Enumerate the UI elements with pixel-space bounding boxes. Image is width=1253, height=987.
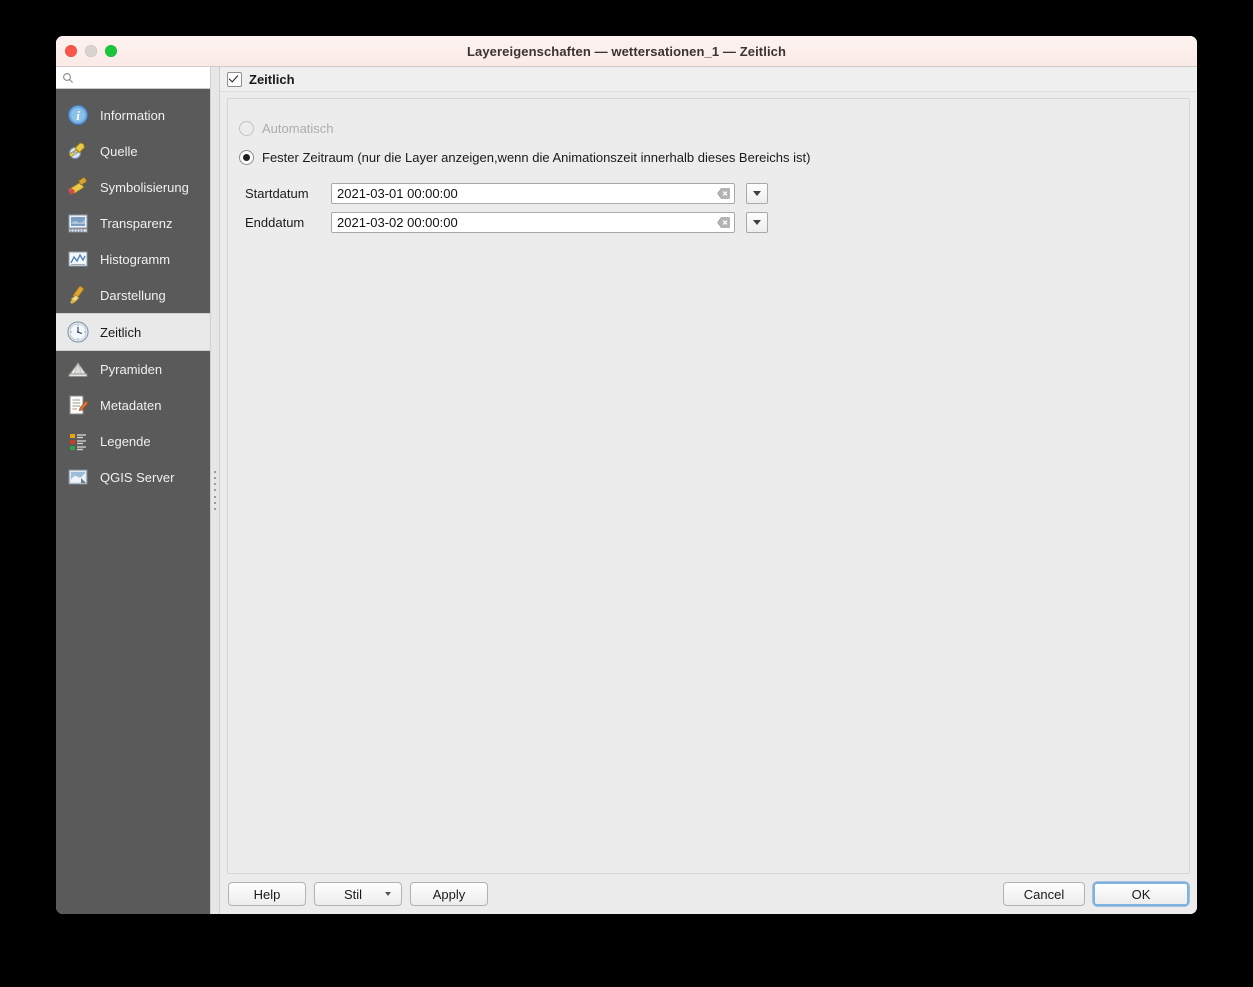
- temporal-enable-row[interactable]: Zeitlich: [220, 67, 1197, 92]
- dialog-button-bar: Help Stil Apply Cancel OK: [220, 874, 1197, 914]
- mode-option-automatic: Automatisch: [228, 121, 1189, 136]
- chevron-down-icon: [385, 892, 391, 896]
- window-title: Layereigenschaften — wettersationen_1 — …: [466, 43, 787, 59]
- metadata-icon: [66, 393, 90, 417]
- close-button[interactable]: [65, 45, 77, 57]
- sidebar-item-metadaten[interactable]: Metadaten: [56, 387, 210, 423]
- sidebar-item-qgis-server[interactable]: QGIS Server: [56, 459, 210, 495]
- sidebar-item-zeitlich[interactable]: Zeitlich: [56, 313, 210, 351]
- window-titlebar: Layereigenschaften — wettersationen_1 — …: [56, 36, 1197, 67]
- sidebar-item-label: Zeitlich: [100, 324, 142, 340]
- apply-button[interactable]: Apply: [410, 882, 488, 906]
- sidebar-item-label: Symbolisierung: [100, 179, 189, 195]
- automatic-label: Automatisch: [262, 121, 334, 136]
- sidebar-item-information[interactable]: i Information: [56, 97, 210, 133]
- information-icon: i: [66, 103, 90, 127]
- start-date-value: 2021-03-01 00:00:00: [337, 186, 458, 201]
- end-date-value: 2021-03-02 00:00:00: [337, 215, 458, 230]
- end-date-label: Enddatum: [245, 215, 305, 230]
- end-date-dropdown-button[interactable]: [746, 212, 768, 233]
- zoom-button[interactable]: [105, 45, 117, 57]
- layer-properties-dialog: Layereigenschaften — wettersationen_1 — …: [56, 36, 1197, 914]
- temporal-enable-label: Zeitlich: [249, 71, 295, 87]
- clear-icon[interactable]: [717, 216, 730, 229]
- histogram-icon: [66, 247, 90, 271]
- fixed-range-label: Fester Zeitraum (nur die Layer anzeigen,…: [262, 150, 811, 165]
- properties-pane: Zeitlich Automatisch Fester Zeitraum (nu…: [220, 67, 1197, 914]
- sidebar-item-label: Information: [100, 107, 166, 123]
- mode-option-fixed-range[interactable]: Fester Zeitraum (nur die Layer anzeigen,…: [228, 150, 1189, 165]
- transparency-icon: [66, 211, 90, 235]
- automatic-radio: [239, 121, 254, 136]
- sidebar-item-histogramm[interactable]: Histogramm: [56, 241, 210, 277]
- sidebar-item-legende[interactable]: Legende: [56, 423, 210, 459]
- minimize-button[interactable]: [85, 45, 97, 57]
- splitter-grip: [214, 470, 216, 511]
- end-date-row: Enddatum 2021-03-02 00:00:00: [228, 212, 1189, 233]
- sidebar-item-label: Metadaten: [100, 397, 162, 413]
- sidebar-item-darstellung[interactable]: Darstellung: [56, 277, 210, 313]
- ok-button[interactable]: OK: [1093, 882, 1189, 906]
- chevron-down-icon: [753, 191, 761, 196]
- start-date-label: Startdatum: [245, 186, 309, 201]
- clock-icon: [66, 320, 90, 344]
- start-date-row: Startdatum 2021-03-01 00:00:00: [228, 183, 1189, 204]
- sidebar: i Information Quelle Symbolisierung Tran…: [56, 67, 210, 914]
- sidebar-item-label: QGIS Server: [100, 469, 175, 485]
- cancel-button[interactable]: Cancel: [1003, 882, 1085, 906]
- start-date-input[interactable]: 2021-03-01 00:00:00: [331, 183, 735, 204]
- legend-icon: [66, 429, 90, 453]
- pyramids-icon: [66, 357, 90, 381]
- clear-icon[interactable]: [717, 187, 730, 200]
- sidebar-item-symbolisierung[interactable]: Symbolisierung: [56, 169, 210, 205]
- qgis-server-icon: [66, 465, 90, 489]
- sidebar-item-quelle[interactable]: Quelle: [56, 133, 210, 169]
- svg-text:i: i: [76, 108, 80, 123]
- dialog-body: i Information Quelle Symbolisierung Tran…: [56, 67, 1197, 914]
- source-wrench-icon: [66, 139, 90, 163]
- search-icon: [62, 72, 74, 84]
- chevron-down-icon: [753, 220, 761, 225]
- temporal-enable-checkbox[interactable]: [227, 71, 242, 87]
- style-button-label: Stil: [343, 886, 363, 902]
- start-date-dropdown-button[interactable]: [746, 183, 768, 204]
- sidebar-search[interactable]: [56, 67, 210, 89]
- search-input[interactable]: [74, 68, 199, 87]
- sidebar-item-label: Transparenz: [100, 215, 173, 231]
- temporal-settings-panel: Automatisch Fester Zeitraum (nur die Lay…: [227, 98, 1190, 874]
- window-controls: [65, 36, 117, 66]
- sidebar-item-label: Legende: [100, 433, 151, 449]
- sidebar-splitter[interactable]: [210, 67, 220, 914]
- style-button[interactable]: Stil: [314, 882, 402, 906]
- sidebar-item-label: Pyramiden: [100, 361, 163, 377]
- fixed-range-radio[interactable]: [239, 150, 254, 165]
- sidebar-item-label: Histogramm: [100, 251, 171, 267]
- sidebar-item-label: Darstellung: [100, 287, 166, 303]
- sidebar-item-transparenz[interactable]: Transparenz: [56, 205, 210, 241]
- rendering-brush-icon: [66, 283, 90, 307]
- sidebar-item-label: Quelle: [100, 143, 138, 159]
- symbology-brush-icon: [66, 175, 90, 199]
- sidebar-item-pyramiden[interactable]: Pyramiden: [56, 351, 210, 387]
- help-button[interactable]: Help: [228, 882, 306, 906]
- sidebar-nav-list: i Information Quelle Symbolisierung Tran…: [56, 89, 210, 914]
- end-date-input[interactable]: 2021-03-02 00:00:00: [331, 212, 735, 233]
